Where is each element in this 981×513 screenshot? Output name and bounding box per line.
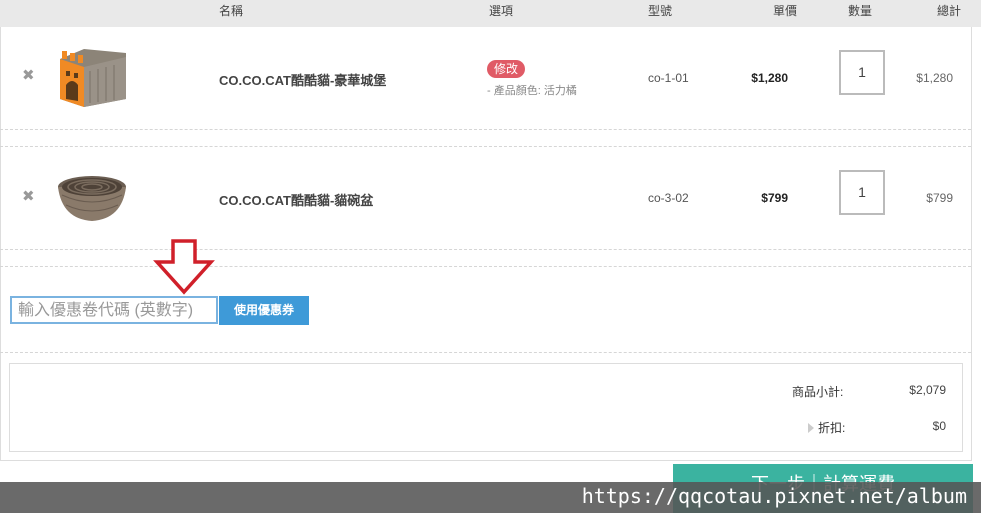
coupon-code-input[interactable]: 輸入優惠卷代碼 (英數字) (10, 296, 218, 324)
apply-coupon-button[interactable]: 使用優惠券 (219, 296, 309, 325)
product-unit-price: $1,280 (751, 71, 788, 85)
product-name[interactable]: CO.CO.CAT酷酷貓-豪華城堡 (219, 70, 386, 89)
watermark-bar: https://qqcotau.pixnet.net/album (0, 482, 981, 513)
cart-row: ✖ CO.CO.CAT酷酷貓-豪華城堡 修改 - 產品顏色: 活力橘 co-1-… (0, 27, 971, 130)
column-header-total: 總計 (937, 4, 962, 18)
column-header-name: 名稱 (219, 4, 244, 18)
row-divider (0, 129, 971, 130)
expand-triangle-icon (808, 423, 814, 433)
annotation-down-arrow-icon (153, 238, 215, 296)
subtotal-label: 商品小計: (792, 385, 844, 399)
product-sku: co-3-02 (648, 191, 689, 205)
subtotal-value: $2,079 (909, 383, 946, 397)
watermark-url: https://qqcotau.pixnet.net/album (581, 484, 967, 508)
product-sku: co-1-01 (648, 71, 689, 85)
product-total: $1,280 (916, 71, 953, 85)
product-unit-price: $799 (761, 191, 788, 205)
row-divider (0, 266, 971, 267)
cat-castle-image[interactable] (54, 41, 132, 111)
section-divider (0, 352, 971, 353)
cart-row: ✖ CO.CO.CAT酷酷貓-貓碗盆 co-3-02 $799 1 $799 (0, 147, 971, 250)
column-header-sku: 型號 (648, 4, 673, 18)
row-divider (0, 249, 971, 250)
discount-toggle[interactable]: 折扣: (808, 419, 845, 436)
column-header-unit-price: 單價 (773, 4, 798, 18)
discount-value: $0 (932, 419, 946, 433)
product-total: $799 (926, 191, 953, 205)
product-option-text: - 產品顏色: 活力橘 (487, 85, 577, 97)
column-header-quantity: 數量 (848, 4, 873, 18)
edit-option-button[interactable]: 修改 (487, 60, 526, 78)
order-summary-box: 商品小計: $2,079 折扣: $0 (9, 363, 963, 452)
cat-bowl-image[interactable] (54, 165, 132, 235)
product-name[interactable]: CO.CO.CAT酷酷貓-貓碗盆 (219, 190, 373, 209)
column-header-option: 選項 (489, 4, 514, 18)
remove-item-icon[interactable]: ✖ (22, 68, 35, 83)
quantity-input[interactable]: 1 (839, 50, 885, 95)
cart-table-header: 名稱 選項 型號 單價 數量 總計 (0, 0, 981, 27)
discount-label: 折扣: (818, 421, 846, 435)
remove-item-icon[interactable]: ✖ (22, 189, 35, 204)
quantity-input[interactable]: 1 (839, 170, 885, 215)
